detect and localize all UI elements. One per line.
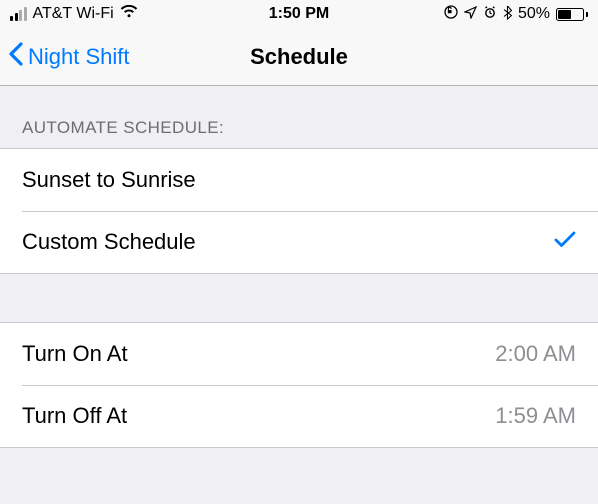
nav-bar: Night Shift Schedule bbox=[0, 28, 598, 86]
back-button[interactable]: Night Shift bbox=[8, 42, 130, 72]
battery-pct: 50% bbox=[518, 5, 550, 23]
option-label: Custom Schedule bbox=[22, 229, 196, 255]
signal-icon bbox=[10, 7, 27, 21]
turn-on-at-row[interactable]: Turn On At 2:00 AM bbox=[0, 323, 598, 385]
option-custom-schedule[interactable]: Custom Schedule bbox=[0, 211, 598, 273]
chevron-left-icon bbox=[8, 42, 24, 72]
option-sunset-to-sunrise[interactable]: Sunset to Sunrise bbox=[0, 149, 598, 211]
turn-on-label: Turn On At bbox=[22, 341, 128, 367]
section-spacer bbox=[0, 274, 598, 322]
checkmark-icon bbox=[554, 228, 576, 256]
schedule-options-list: Sunset to Sunrise Custom Schedule bbox=[0, 148, 598, 274]
turn-on-value: 2:00 AM bbox=[495, 341, 576, 367]
location-icon bbox=[464, 6, 477, 23]
turn-off-at-row[interactable]: Turn Off At 1:59 AM bbox=[0, 385, 598, 447]
time-settings-list: Turn On At 2:00 AM Turn Off At 1:59 AM bbox=[0, 322, 598, 448]
page-title: Schedule bbox=[250, 44, 348, 70]
status-bar: AT&T Wi-Fi 1:50 PM 50% bbox=[0, 0, 598, 28]
status-right: 50% bbox=[444, 5, 588, 24]
turn-off-value: 1:59 AM bbox=[495, 403, 576, 429]
turn-off-label: Turn Off At bbox=[22, 403, 127, 429]
automate-section-header: AUTOMATE SCHEDULE: bbox=[0, 86, 598, 148]
status-time: 1:50 PM bbox=[269, 5, 329, 23]
carrier-label: AT&T Wi-Fi bbox=[33, 5, 114, 23]
bluetooth-icon bbox=[503, 5, 512, 24]
lock-icon bbox=[444, 5, 458, 23]
battery-icon bbox=[556, 8, 588, 21]
back-label: Night Shift bbox=[28, 44, 130, 70]
wifi-icon bbox=[120, 5, 138, 23]
option-label: Sunset to Sunrise bbox=[22, 167, 196, 193]
alarm-icon bbox=[483, 5, 497, 23]
status-left: AT&T Wi-Fi bbox=[10, 5, 138, 23]
